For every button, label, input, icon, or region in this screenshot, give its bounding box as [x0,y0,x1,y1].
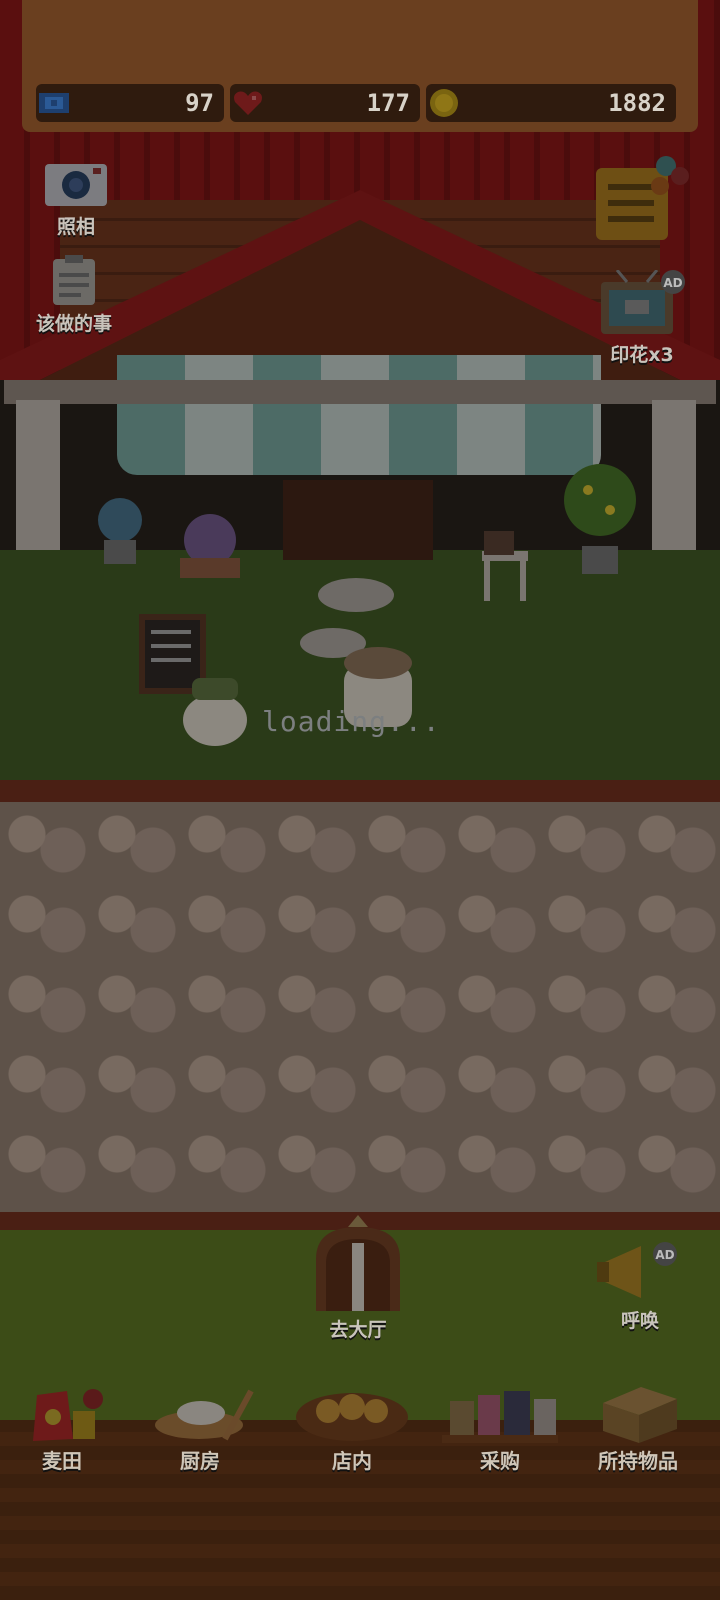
go-hall-button[interactable]: 去大厅 [303,1215,413,1342]
heart-count: 177 [366,89,410,117]
nav-wheat-field-label: 麦田 [42,1449,82,1473]
ticket-icon [39,93,69,113]
goods-shelf-icon [442,1391,558,1443]
flower-pot-icon [98,498,142,564]
photo-button[interactable]: 照相 [36,160,116,239]
stamp-label: 印花x3 [610,344,674,366]
go-hall-label: 去大厅 [329,1319,387,1341]
loading-text: loading... [262,705,441,738]
call-button[interactable]: AD 呼唤 [590,1240,690,1333]
chair-icon [482,531,528,601]
stamp-ad-button[interactable]: AD 印花x3 [592,270,692,367]
lemon-tree-icon [564,464,636,574]
nav-kitchen[interactable]: 厨房 [130,1360,270,1480]
nav-inventory[interactable]: 所持物品 [568,1360,708,1480]
nav-wheat-field[interactable]: 麦田 [0,1360,132,1480]
heart-counter: 177 [230,84,420,122]
porch-beam [4,380,716,404]
nav-purchase-label: 采购 [480,1449,520,1473]
photo-label: 照相 [56,216,95,238]
nav-purchase[interactable]: 采购 [430,1360,570,1480]
nav-inventory-label: 所持物品 [598,1449,678,1473]
flour-bowl-icon [155,1389,254,1441]
bread-chef-character[interactable] [180,670,250,750]
nav-store-label: 店内 [332,1449,372,1473]
coin-icon [430,89,458,117]
striped-awning [117,355,601,475]
clipboard-icon [53,255,95,305]
shop-entrance [283,480,433,560]
call-label: 呼唤 [620,1310,659,1332]
nav-kitchen-label: 厨房 [180,1449,220,1473]
hall-door-icon [316,1215,400,1311]
horn-icon: AD [597,1242,677,1298]
coin-count: 1882 [608,89,666,117]
flower-box-icon [180,514,240,578]
coin-counter: 1882 [426,84,676,122]
bottom-nav: 麦田 厨房 店内 采购 所持物品 [0,1360,720,1480]
stepping-stone [318,578,394,612]
heart-icon [234,91,262,115]
ticket-count: 97 [185,89,214,117]
menu-button[interactable] [594,150,694,242]
tv-icon: AD [601,270,685,334]
ad-badge: AD [663,276,682,290]
todo-label: 该做的事 [35,313,112,335]
game-screen: 97 177 1882 照相 该做的事 AD 印花x3 loading... 去… [0,0,720,1600]
wheat-bag-icon [33,1389,103,1441]
cobblestone-street [0,802,720,1212]
nav-store[interactable]: 店内 [282,1360,422,1480]
resource-bar: 97 177 1882 [36,84,684,122]
call-ad-badge: AD [655,1248,674,1262]
camera-icon [45,164,107,206]
todo-button[interactable]: 该做的事 [24,255,124,336]
ticket-counter: 97 [36,84,224,122]
menu-list-icon [596,156,689,240]
brick-border [0,780,720,802]
cardboard-box-icon [603,1387,677,1443]
bread-basket-icon [296,1393,408,1441]
